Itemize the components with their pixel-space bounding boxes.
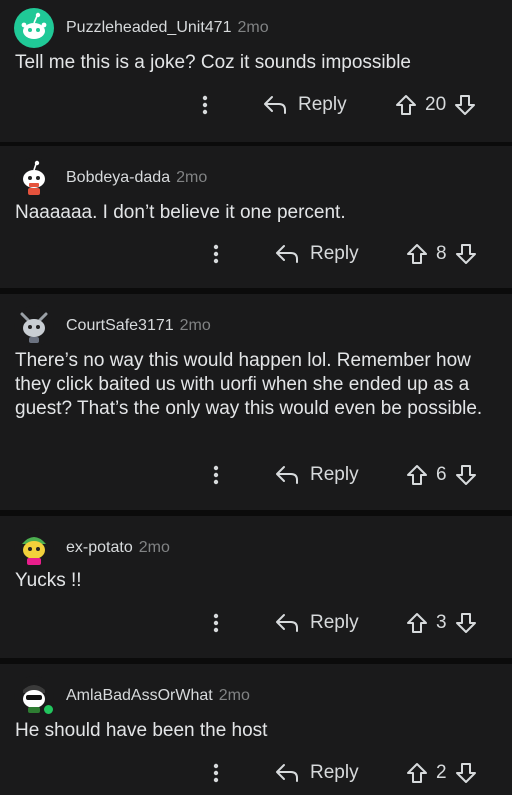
vote-controls: 8 [405,236,478,272]
comment-thread: Puzzleheaded_Unit471 2mo Tell me this is… [0,0,512,795]
comment: Bobdeya-dada 2mo Naaaaaa. I don’t believ… [0,146,512,288]
upvote-icon[interactable] [405,761,429,785]
more-options-icon[interactable] [206,608,226,638]
comment: AmlaBadAssOrWhat 2mo He should have been… [0,664,512,795]
more-options-icon[interactable] [206,460,226,490]
reply-button[interactable]: Reply [262,87,347,123]
timestamp: 2mo [218,687,250,704]
comment: Puzzleheaded_Unit471 2mo Tell me this is… [0,0,512,142]
vote-controls: 3 [405,605,478,641]
snoo-avatar-icon [14,306,54,346]
vote-controls: 20 [394,87,477,123]
reply-button[interactable]: Reply [274,605,359,641]
avatar[interactable] [14,528,54,568]
vote-controls: 6 [405,457,478,493]
reply-icon [276,466,298,484]
reply-icon [276,614,298,632]
comment-actions: Reply 6 [0,457,512,493]
comment-header: ex-potato 2mo [14,526,170,570]
comment-actions: Reply 2 [0,755,512,791]
username[interactable]: AmlaBadAssOrWhat [66,687,213,705]
avatar[interactable] [14,8,54,48]
comment: CourtSafe3171 2mo There’s no way this wo… [0,294,512,510]
more-options-icon[interactable] [206,239,226,269]
upvote-icon[interactable] [405,611,429,635]
reply-icon [264,96,286,114]
reply-label: Reply [310,762,359,783]
reply-button[interactable]: Reply [274,457,359,493]
downvote-icon[interactable] [453,93,477,117]
vote-count: 6 [436,464,447,485]
timestamp: 2mo [138,539,170,556]
vote-count: 3 [436,612,447,633]
snoo-avatar-icon [14,528,54,568]
avatar[interactable] [14,676,55,716]
avatar[interactable] [14,158,54,198]
reply-label: Reply [310,612,359,633]
upvote-icon[interactable] [394,93,418,117]
comment-header: Puzzleheaded_Unit471 2mo [14,6,269,50]
downvote-icon[interactable] [454,242,478,266]
upvote-icon[interactable] [405,463,429,487]
comment: ex-potato 2mo Yucks !! Reply 3 [0,516,512,658]
comment-body: Naaaaaa. I don’t believe it one percent. [15,202,346,223]
comment-header: Bobdeya-dada 2mo [14,156,207,200]
downvote-icon[interactable] [454,761,478,785]
timestamp: 2mo [237,19,269,36]
username[interactable]: Bobdeya-dada [66,169,170,187]
comment-body: Tell me this is a joke? Coz it sounds im… [15,52,412,73]
comment-actions: Reply 3 [0,605,512,641]
downvote-icon[interactable] [454,463,478,487]
avatar[interactable] [14,306,54,346]
timestamp: 2mo [176,169,208,186]
snoo-avatar-icon [14,158,54,198]
vote-controls: 2 [405,755,478,791]
more-options-icon[interactable] [206,758,226,788]
comment-body: He should have been the host [15,720,268,741]
downvote-icon[interactable] [454,611,478,635]
upvote-icon[interactable] [405,242,429,266]
comment-header: AmlaBadAssOrWhat 2mo [14,674,250,718]
reply-button[interactable]: Reply [274,236,359,272]
vote-count: 2 [436,762,447,783]
vote-count: 20 [425,94,447,115]
reply-icon [276,764,298,782]
comment-actions: Reply 8 [0,236,512,272]
comment-body: There’s no way this would happen lol. Re… [15,350,483,419]
username[interactable]: CourtSafe3171 [66,317,174,335]
reply-label: Reply [310,464,359,485]
timestamp: 2mo [179,317,211,334]
reply-label: Reply [298,94,347,115]
username[interactable]: ex-potato [66,539,133,557]
more-options-icon[interactable] [195,90,215,120]
comment-actions: Reply 20 [0,87,512,123]
comment-body: Yucks !! [15,570,82,591]
snoo-avatar-icon [14,8,54,48]
reply-button[interactable]: Reply [274,755,359,791]
vote-count: 8 [436,243,447,264]
online-status-icon [42,703,55,716]
username[interactable]: Puzzleheaded_Unit471 [66,19,231,37]
reply-icon [276,245,298,263]
reply-label: Reply [310,243,359,264]
comment-header: CourtSafe3171 2mo [14,304,211,348]
